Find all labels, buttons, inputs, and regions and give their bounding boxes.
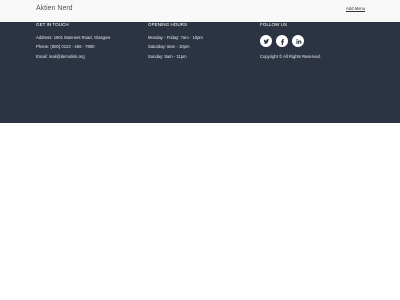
contact-address: Address: 1901 Manners Road, Glasgow: [36, 35, 111, 40]
hours-sunday: Sunday: 8am - 11pm: [148, 54, 187, 59]
facebook-icon[interactable]: [276, 35, 288, 47]
social-heading: FOLLOW US: [260, 22, 288, 27]
site-footer: GET IN TOUCH Address: 1901 Manners Road,…: [0, 22, 400, 123]
copyright-text: Copyright © All Rights Reserved.: [260, 54, 322, 59]
contact-email: Email: mail@demolink.org: [36, 54, 85, 59]
social-links: [260, 35, 304, 47]
twitter-icon[interactable]: [260, 35, 272, 47]
linkedin-icon[interactable]: [292, 35, 304, 47]
hours-saturday: Saturday: 8am - 10pm: [148, 44, 190, 49]
add-menu-link[interactable]: Add Menu: [346, 6, 365, 11]
brand-link[interactable]: Aktien Nerd: [36, 5, 73, 12]
top-navbar: Aktien Nerd Add Menu: [0, 0, 400, 22]
contact-heading: GET IN TOUCH: [36, 22, 69, 27]
hours-heading: OPENING HOURS: [148, 22, 188, 27]
contact-phone: Phone: (800) 0123 - 456 - 7890: [36, 44, 95, 49]
hours-weekdays: Monday - Friday: 7am - 10pm: [148, 35, 203, 40]
